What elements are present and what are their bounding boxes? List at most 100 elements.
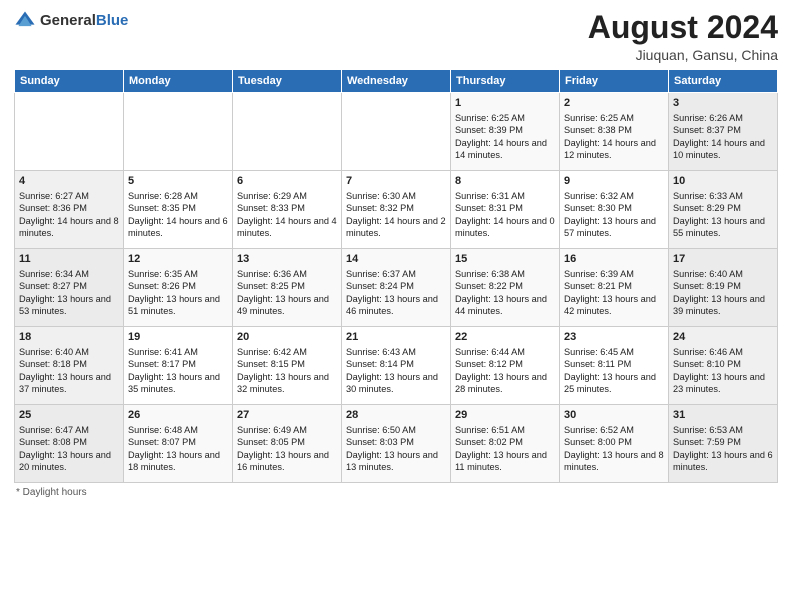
day-content: Daylight: 13 hours and 42 minutes. — [564, 293, 664, 318]
day-content: Daylight: 13 hours and 18 minutes. — [128, 449, 228, 474]
day-number: 14 — [346, 252, 446, 267]
day-content: Daylight: 14 hours and 4 minutes. — [237, 215, 337, 240]
footer-note: * Daylight hours — [14, 487, 778, 498]
day-content: Sunset: 8:15 PM — [237, 358, 337, 370]
day-number: 21 — [346, 330, 446, 345]
calendar-cell: 5Sunrise: 6:28 AMSunset: 8:35 PMDaylight… — [124, 171, 233, 249]
day-number: 9 — [564, 174, 664, 189]
day-number: 28 — [346, 408, 446, 423]
day-number: 19 — [128, 330, 228, 345]
calendar-cell: 10Sunrise: 6:33 AMSunset: 8:29 PMDayligh… — [669, 171, 778, 249]
day-content: Sunset: 8:24 PM — [346, 280, 446, 292]
calendar-cell: 7Sunrise: 6:30 AMSunset: 8:32 PMDaylight… — [342, 171, 451, 249]
calendar-cell: 15Sunrise: 6:38 AMSunset: 8:22 PMDayligh… — [451, 249, 560, 327]
day-content: Sunset: 8:30 PM — [564, 202, 664, 214]
calendar-cell — [15, 93, 124, 171]
calendar-cell: 16Sunrise: 6:39 AMSunset: 8:21 PMDayligh… — [560, 249, 669, 327]
calendar-cell: 17Sunrise: 6:40 AMSunset: 8:19 PMDayligh… — [669, 249, 778, 327]
day-number: 31 — [673, 408, 773, 423]
logo: General Blue — [14, 10, 128, 32]
day-content: Sunrise: 6:39 AM — [564, 268, 664, 280]
day-content: Daylight: 13 hours and 11 minutes. — [455, 449, 555, 474]
day-number: 2 — [564, 96, 664, 111]
day-number: 3 — [673, 96, 773, 111]
day-content: Sunset: 8:05 PM — [237, 436, 337, 448]
day-number: 17 — [673, 252, 773, 267]
week-row-2: 4Sunrise: 6:27 AMSunset: 8:36 PMDaylight… — [15, 171, 778, 249]
day-content: Daylight: 13 hours and 53 minutes. — [19, 293, 119, 318]
header-day-sunday: Sunday — [15, 70, 124, 93]
calendar-cell: 2Sunrise: 6:25 AMSunset: 8:38 PMDaylight… — [560, 93, 669, 171]
day-content: Sunset: 8:26 PM — [128, 280, 228, 292]
week-row-3: 11Sunrise: 6:34 AMSunset: 8:27 PMDayligh… — [15, 249, 778, 327]
subtitle: Jiuquan, Gansu, China — [588, 47, 778, 63]
day-content: Sunrise: 6:36 AM — [237, 268, 337, 280]
day-number: 18 — [19, 330, 119, 345]
day-content: Sunrise: 6:48 AM — [128, 424, 228, 436]
day-number: 11 — [19, 252, 119, 267]
calendar-body: 1Sunrise: 6:25 AMSunset: 8:39 PMDaylight… — [15, 93, 778, 483]
day-content: Sunrise: 6:32 AM — [564, 190, 664, 202]
day-number: 22 — [455, 330, 555, 345]
day-content: Daylight: 13 hours and 20 minutes. — [19, 449, 119, 474]
day-content: Sunset: 8:32 PM — [346, 202, 446, 214]
week-row-1: 1Sunrise: 6:25 AMSunset: 8:39 PMDaylight… — [15, 93, 778, 171]
day-content: Daylight: 13 hours and 13 minutes. — [346, 449, 446, 474]
day-number: 24 — [673, 330, 773, 345]
calendar-cell: 4Sunrise: 6:27 AMSunset: 8:36 PMDaylight… — [15, 171, 124, 249]
day-content: Daylight: 14 hours and 2 minutes. — [346, 215, 446, 240]
day-number: 15 — [455, 252, 555, 267]
day-content: Daylight: 13 hours and 23 minutes. — [673, 371, 773, 396]
day-content: Sunset: 8:22 PM — [455, 280, 555, 292]
day-content: Sunrise: 6:30 AM — [346, 190, 446, 202]
day-content: Sunrise: 6:37 AM — [346, 268, 446, 280]
calendar-cell: 20Sunrise: 6:42 AMSunset: 8:15 PMDayligh… — [233, 327, 342, 405]
day-content: Sunrise: 6:46 AM — [673, 346, 773, 358]
week-row-4: 18Sunrise: 6:40 AMSunset: 8:18 PMDayligh… — [15, 327, 778, 405]
footer-note-text: Daylight hours — [23, 487, 87, 498]
day-content: Daylight: 13 hours and 37 minutes. — [19, 371, 119, 396]
calendar-cell: 1Sunrise: 6:25 AMSunset: 8:39 PMDaylight… — [451, 93, 560, 171]
calendar-table: SundayMondayTuesdayWednesdayThursdayFrid… — [14, 69, 778, 483]
day-content: Daylight: 13 hours and 49 minutes. — [237, 293, 337, 318]
logo-blue: Blue — [96, 13, 129, 30]
day-content: Sunrise: 6:41 AM — [128, 346, 228, 358]
calendar-cell: 18Sunrise: 6:40 AMSunset: 8:18 PMDayligh… — [15, 327, 124, 405]
day-number: 8 — [455, 174, 555, 189]
day-content: Sunrise: 6:42 AM — [237, 346, 337, 358]
day-content: Sunset: 7:59 PM — [673, 436, 773, 448]
calendar-cell: 13Sunrise: 6:36 AMSunset: 8:25 PMDayligh… — [233, 249, 342, 327]
calendar-cell: 24Sunrise: 6:46 AMSunset: 8:10 PMDayligh… — [669, 327, 778, 405]
day-content: Sunset: 8:19 PM — [673, 280, 773, 292]
logo-icon — [14, 10, 36, 32]
day-content: Daylight: 13 hours and 6 minutes. — [673, 449, 773, 474]
day-content: Daylight: 13 hours and 28 minutes. — [455, 371, 555, 396]
day-content: Sunset: 8:25 PM — [237, 280, 337, 292]
day-content: Sunset: 8:17 PM — [128, 358, 228, 370]
calendar-cell: 28Sunrise: 6:50 AMSunset: 8:03 PMDayligh… — [342, 405, 451, 483]
calendar-cell: 21Sunrise: 6:43 AMSunset: 8:14 PMDayligh… — [342, 327, 451, 405]
day-content: Daylight: 13 hours and 16 minutes. — [237, 449, 337, 474]
calendar-cell: 29Sunrise: 6:51 AMSunset: 8:02 PMDayligh… — [451, 405, 560, 483]
calendar-cell — [233, 93, 342, 171]
header-day-monday: Monday — [124, 70, 233, 93]
day-number: 29 — [455, 408, 555, 423]
calendar-cell: 30Sunrise: 6:52 AMSunset: 8:00 PMDayligh… — [560, 405, 669, 483]
logo-text: General Blue — [40, 13, 128, 30]
header-day-friday: Friday — [560, 70, 669, 93]
calendar-cell: 26Sunrise: 6:48 AMSunset: 8:07 PMDayligh… — [124, 405, 233, 483]
day-content: Sunrise: 6:49 AM — [237, 424, 337, 436]
day-content: Sunset: 8:14 PM — [346, 358, 446, 370]
calendar-cell: 22Sunrise: 6:44 AMSunset: 8:12 PMDayligh… — [451, 327, 560, 405]
day-content: Sunset: 8:36 PM — [19, 202, 119, 214]
calendar-cell — [124, 93, 233, 171]
day-number: 16 — [564, 252, 664, 267]
day-content: Daylight: 13 hours and 32 minutes. — [237, 371, 337, 396]
day-content: Sunset: 8:00 PM — [564, 436, 664, 448]
day-content: Daylight: 14 hours and 0 minutes. — [455, 215, 555, 240]
day-content: Daylight: 13 hours and 35 minutes. — [128, 371, 228, 396]
day-number: 10 — [673, 174, 773, 189]
day-content: Daylight: 13 hours and 44 minutes. — [455, 293, 555, 318]
day-content: Sunset: 8:12 PM — [455, 358, 555, 370]
day-number: 27 — [237, 408, 337, 423]
